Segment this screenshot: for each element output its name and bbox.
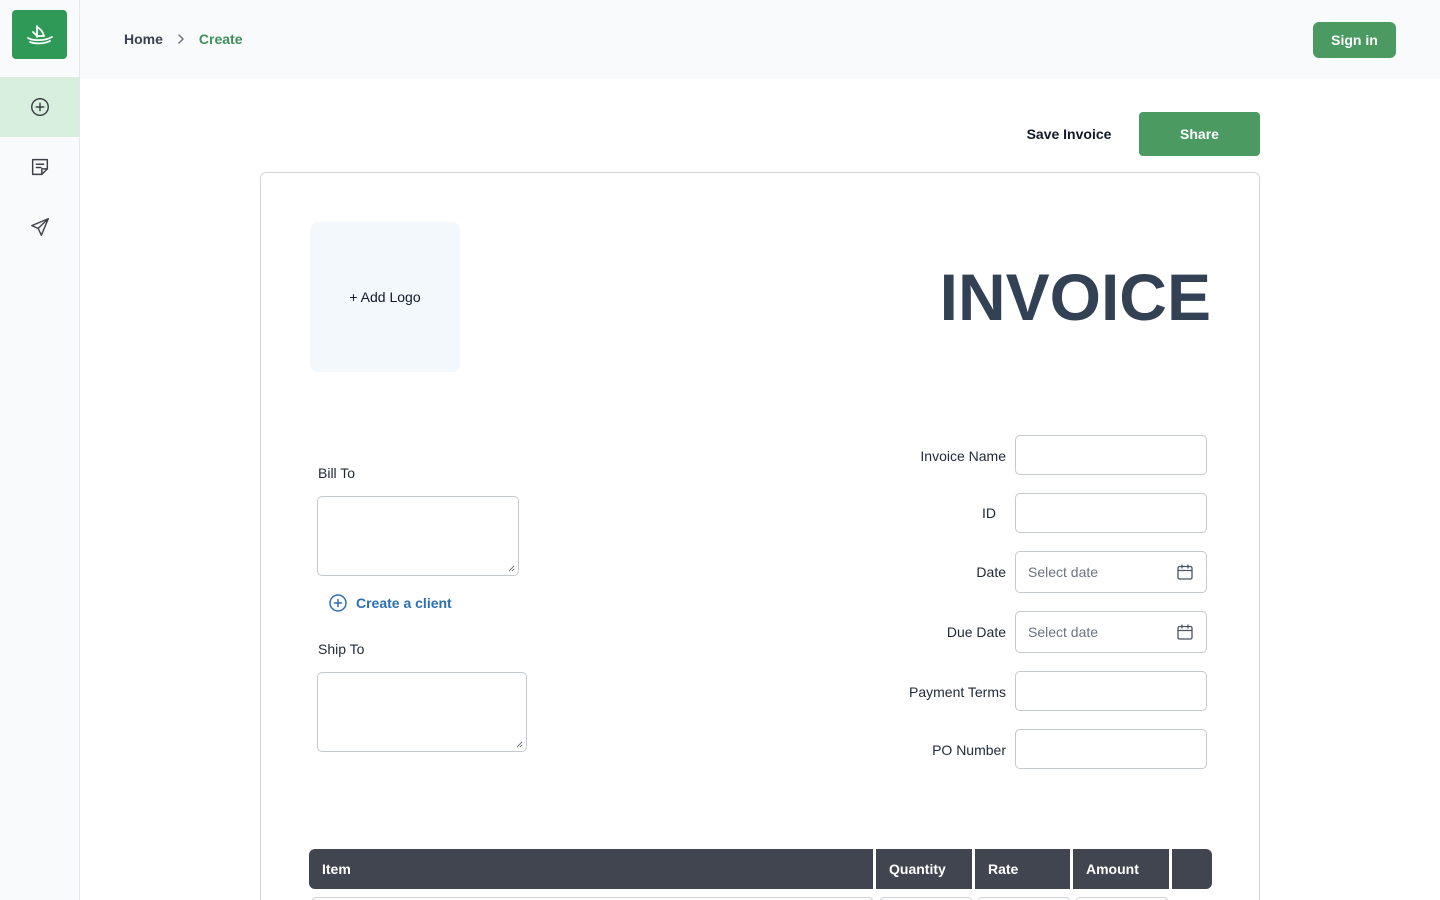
invoice-card: + Add Logo INVOICE Bill To Create a clie…	[260, 172, 1260, 900]
save-invoice-button[interactable]: Save Invoice	[1012, 112, 1126, 156]
app-logo[interactable]	[12, 10, 67, 59]
due-date-label: Due Date	[946, 624, 1006, 640]
invoice-title: INVOICE	[939, 260, 1211, 334]
date-placeholder: Select date	[1028, 564, 1099, 580]
column-header-actions	[1172, 849, 1212, 889]
top-bar: Home Create Sign in	[80, 0, 1440, 79]
breadcrumb-home[interactable]: Home	[124, 31, 163, 47]
date-picker[interactable]: Select date	[1015, 551, 1207, 593]
resize-handle-icon[interactable]	[508, 565, 515, 572]
sidebar-item-create[interactable]	[0, 77, 79, 137]
id-label: ID	[982, 505, 996, 521]
items-table-header: Item Quantity Rate Amount	[309, 849, 1212, 890]
payment-terms-label: Payment Terms	[909, 684, 1006, 700]
due-date-picker[interactable]: Select date	[1015, 611, 1207, 653]
boat-logo-icon	[26, 24, 53, 44]
date-label: Date	[976, 564, 1006, 580]
sidebar	[0, 0, 80, 900]
payment-terms-input[interactable]	[1015, 671, 1207, 711]
invoice-list-icon	[31, 158, 48, 176]
ship-to-label: Ship To	[318, 641, 365, 657]
breadcrumb: Home Create	[124, 31, 243, 47]
column-header-amount: Amount	[1073, 849, 1169, 889]
bill-to-textarea[interactable]	[317, 496, 519, 576]
due-date-placeholder: Select date	[1028, 624, 1099, 640]
sidebar-item-sent[interactable]	[0, 197, 79, 257]
invoice-name-label: Invoice Name	[920, 448, 1006, 464]
breadcrumb-current: Create	[198, 31, 243, 47]
plus-circle-icon	[329, 594, 347, 612]
create-client-label: Create a client	[356, 595, 452, 611]
ship-to-textarea[interactable]	[317, 672, 527, 752]
resize-handle-icon[interactable]	[516, 741, 523, 748]
chevron-right-icon	[177, 33, 185, 45]
create-client-button[interactable]: Create a client	[328, 593, 452, 613]
calendar-icon	[1177, 624, 1193, 640]
sidebar-item-invoices[interactable]	[0, 137, 79, 197]
send-icon	[30, 218, 49, 236]
column-header-item: Item	[309, 849, 873, 889]
plus-circle-icon	[30, 98, 49, 116]
column-header-rate: Rate	[975, 849, 1070, 889]
bill-to-label: Bill To	[318, 465, 356, 481]
add-logo-button[interactable]: + Add Logo	[310, 222, 460, 372]
calendar-icon	[1177, 564, 1193, 580]
id-input[interactable]	[1015, 493, 1207, 533]
sign-in-button[interactable]: Sign in	[1313, 22, 1396, 58]
po-number-input[interactable]	[1015, 729, 1207, 769]
column-header-quantity: Quantity	[876, 849, 972, 889]
invoice-name-input[interactable]	[1015, 435, 1207, 475]
po-number-label: PO Number	[932, 742, 1006, 758]
share-button[interactable]: Share	[1139, 112, 1260, 156]
